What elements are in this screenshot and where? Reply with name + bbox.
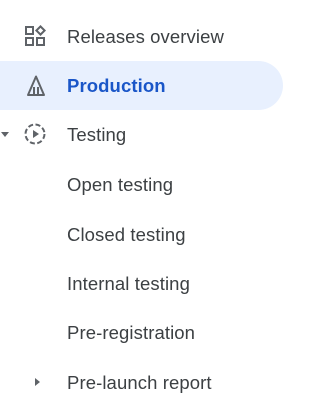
release-navigation: Releases overview Production Testing Ope… [0,0,297,411]
nav-item-pre-launch-report[interactable]: Pre-launch report [0,358,283,407]
nav-item-label: Releases overview [67,26,224,47]
testing-icon [24,123,46,145]
nav-item-releases-overview[interactable]: Releases overview [0,12,283,61]
production-icon [27,75,45,96]
nav-item-pre-registration[interactable]: Pre-registration [0,308,283,357]
chevron-right-icon[interactable] [32,377,42,387]
nav-item-production[interactable]: Production [0,61,283,110]
nav-item-label: Pre-launch report [67,372,212,393]
nav-item-open-testing[interactable]: Open testing [0,160,283,209]
nav-item-label: Internal testing [67,273,190,294]
chevron-down-icon[interactable] [0,129,10,139]
releases-overview-icon [25,25,46,46]
nav-item-testing[interactable]: Testing [0,110,283,159]
nav-item-label: Closed testing [67,224,186,245]
nav-item-label: Production [67,75,166,96]
nav-item-label: Open testing [67,174,174,195]
nav-item-label: Pre-registration [67,322,196,343]
nav-item-closed-testing[interactable]: Closed testing [0,210,283,259]
nav-item-label: Testing [67,124,127,145]
nav-item-internal-testing[interactable]: Internal testing [0,259,283,308]
